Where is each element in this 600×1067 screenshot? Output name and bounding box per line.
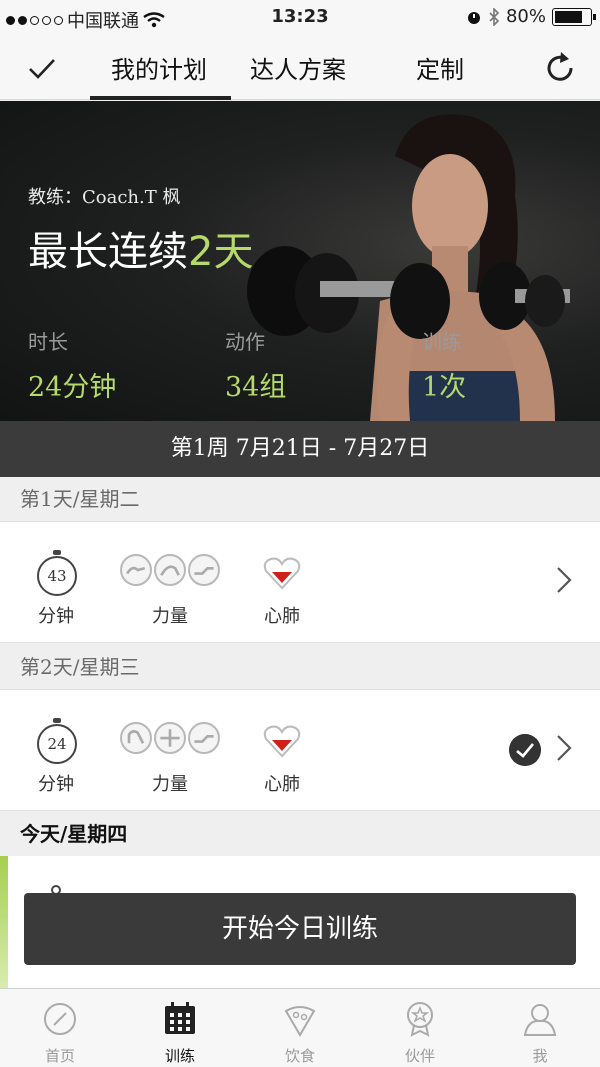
minutes-label: 分钟 — [38, 774, 74, 795]
workout-minutes: 43 — [37, 556, 77, 596]
coach-name: 教练：Coach.T 枫 — [28, 187, 181, 208]
stopwatch-icon: 24 — [37, 718, 77, 764]
tab-training[interactable]: 训练 — [120, 989, 240, 1067]
badge-icon — [407, 1002, 433, 1037]
tab-partners-label: 伙伴 — [404, 1047, 435, 1065]
tab-expert-plans[interactable]: 达人方案 — [250, 50, 346, 85]
tab-training-label: 训练 — [164, 1047, 195, 1065]
pushup-icon — [154, 554, 186, 586]
tab-my-plan[interactable]: 我的计划 — [111, 50, 207, 85]
today-accent-bar — [0, 856, 8, 988]
person-icon — [523, 1004, 557, 1036]
arm-curl-icon — [120, 722, 152, 754]
compass-icon — [44, 1003, 76, 1035]
status-bar: 中国联通 13:23 80% — [0, 0, 600, 36]
strength-label: 力量 — [152, 774, 188, 795]
heart-icon — [263, 725, 301, 758]
battery-percent: 80% — [505, 6, 546, 27]
streak-value: 2天 — [188, 229, 254, 275]
status-right: 80% — [466, 6, 596, 27]
workout-minutes: 24 — [37, 724, 77, 764]
tab-me-label: 我 — [532, 1047, 548, 1065]
refresh-icon[interactable] — [542, 50, 578, 86]
tab-diet-label: 饮食 — [284, 1047, 315, 1065]
bottom-tab-bar: 首页 训练 饮食 伙伴 我 — [0, 988, 600, 1067]
day-header: 第1天/星期二 — [0, 477, 600, 521]
week-range: 第1周 7月21日 - 7月27日 — [0, 421, 600, 477]
start-today-workout-button[interactable]: 开始今日训练 — [24, 893, 576, 965]
heart-icon — [263, 557, 301, 590]
tab-me[interactable]: 我 — [480, 989, 600, 1067]
plank-icon — [188, 554, 220, 586]
stat-sessions-label: 训练 — [422, 330, 462, 354]
calendar-icon — [165, 1002, 195, 1034]
longest-streak: 最长连续2天 — [28, 219, 253, 277]
strength-exercise-icons — [120, 722, 220, 754]
strength-label: 力量 — [152, 606, 188, 627]
cardio-label: 心肺 — [264, 606, 300, 627]
tab-home[interactable]: 首页 — [0, 989, 120, 1067]
completed-check-icon — [509, 734, 541, 766]
hero-banner: 教练：Coach.T 枫 最长连续2天 时长 24分钟 动作 34组 训练 1次 — [0, 101, 600, 421]
top-nav: 我的计划 达人方案 定制 — [0, 36, 600, 100]
stat-moves-label: 动作 — [225, 330, 265, 354]
situp-icon — [120, 554, 152, 586]
stat-sessions-value: 1次 — [422, 372, 467, 403]
tab-diet[interactable]: 饮食 — [240, 989, 360, 1067]
chevron-right-icon[interactable] — [556, 734, 572, 762]
pizza-icon — [284, 1006, 316, 1037]
minutes-label: 分钟 — [38, 606, 74, 627]
today-header: 今天/星期四 — [0, 812, 600, 856]
tab-partners[interactable]: 伙伴 — [360, 989, 480, 1067]
bluetooth-icon — [489, 7, 500, 26]
battery-icon — [552, 7, 596, 26]
plank-icon — [188, 722, 220, 754]
stat-duration-value: 24分钟 — [28, 372, 117, 403]
stopwatch-icon: 43 — [37, 550, 77, 596]
active-tab-indicator — [90, 96, 231, 100]
press-icon — [154, 722, 186, 754]
strength-exercise-icons — [120, 554, 220, 586]
tab-home-label: 首页 — [44, 1047, 75, 1065]
stat-duration-label: 时长 — [28, 330, 68, 354]
day-card[interactable]: 43 分钟 力量 心肺 — [0, 521, 600, 643]
alarm-icon — [467, 11, 480, 24]
check-icon[interactable] — [26, 52, 58, 84]
chevron-right-icon[interactable] — [556, 566, 572, 594]
day-header: 第2天/星期三 — [0, 645, 600, 689]
cardio-label: 心肺 — [264, 774, 300, 795]
stat-moves-value: 34组 — [225, 372, 287, 403]
streak-label: 最长连续 — [28, 229, 188, 275]
tab-custom[interactable]: 定制 — [416, 50, 464, 85]
